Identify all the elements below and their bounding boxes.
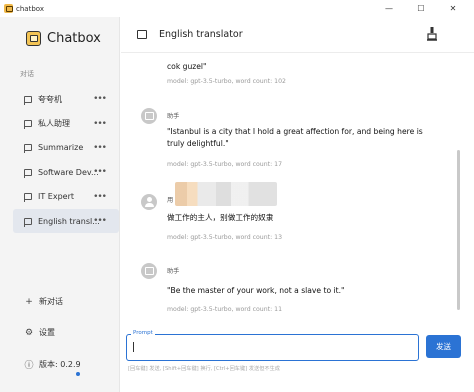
message-list: cok guzel" model: gpt-3.5-turbo, word co… — [121, 54, 459, 324]
conversation-label: English transl... — [38, 216, 100, 226]
chatbox-logo-icon — [26, 31, 41, 46]
message-meta: model: gpt-3.5-turbo, word count: 13 — [167, 234, 283, 241]
plus-icon: + — [25, 296, 33, 307]
conversation-item[interactable]: 私人助理 ••• — [13, 111, 119, 135]
update-badge — [76, 372, 80, 376]
conversation-item-active[interactable]: English transl... ••• — [13, 208, 119, 234]
more-icon[interactable]: ••• — [93, 216, 107, 226]
chat-icon — [24, 217, 32, 227]
settings-label: 设置 — [39, 328, 55, 337]
new-chat-label: 新对话 — [39, 297, 63, 306]
chat-title: English translator — [159, 29, 243, 40]
chat-icon — [24, 144, 32, 154]
role-label: 助手 — [167, 113, 180, 120]
conversation-label: IT Expert — [38, 192, 75, 202]
version-label: 版本: 0.2.9 — [39, 360, 81, 369]
new-chat-button[interactable]: + 新对话 — [24, 296, 63, 307]
conversation-item[interactable]: Software Dev... ••• — [13, 160, 119, 184]
more-icon[interactable]: ••• — [93, 94, 107, 104]
message-meta: model: gpt-3.5-turbo, word count: 17 — [167, 161, 283, 168]
sidebar: Chatbox 对话 夸夸机 ••• 私人助理 ••• Summarize ••… — [0, 17, 120, 392]
message-text: 做工作的主人，别做工作的奴隶 — [167, 213, 274, 222]
scrollbar[interactable] — [457, 150, 460, 310]
brand: Chatbox — [26, 31, 101, 46]
conversation-label: 私人助理 — [38, 119, 70, 129]
blurred-region — [175, 182, 277, 206]
role-label: 助手 — [167, 268, 180, 275]
chat-icon — [24, 168, 32, 178]
broom-icon[interactable] — [427, 27, 437, 41]
chat-header: English translator — [121, 17, 474, 53]
user-avatar — [141, 194, 157, 210]
more-icon[interactable]: ••• — [93, 167, 107, 177]
maximize-button[interactable]: ☐ — [406, 0, 436, 17]
conversation-label: 夸夸机 — [38, 94, 62, 104]
chat-icon — [24, 95, 32, 105]
minimize-button[interactable]: — — [374, 0, 404, 17]
message-text: cok guzel" — [167, 62, 207, 71]
info-icon: ⓘ — [24, 361, 34, 371]
assistant-avatar — [141, 263, 157, 279]
app-name: Chatbox — [47, 31, 101, 46]
prompt-input[interactable] — [126, 334, 419, 361]
prompt-label: Prompt — [131, 330, 155, 336]
chat-icon — [24, 120, 32, 130]
more-icon[interactable]: ••• — [93, 143, 107, 153]
gear-icon: ⚙ — [24, 327, 34, 338]
message-text: "Istanbul is a city that I hold a great … — [167, 127, 423, 148]
more-icon[interactable]: ••• — [93, 119, 107, 129]
more-icon[interactable]: ••• — [93, 192, 107, 202]
settings-button[interactable]: ⚙ 设置 — [24, 327, 55, 338]
chat-icon — [24, 193, 32, 203]
role-label: 用 — [167, 197, 174, 204]
conversation-list: 夸夸机 ••• 私人助理 ••• Summarize ••• Software … — [13, 87, 119, 234]
send-button[interactable]: 发送 — [426, 335, 461, 358]
keyboard-hint: [回车键] 发送, [Shift+回车键] 换行, [Ctrl+回车键] 发送但… — [128, 366, 280, 372]
text-caret — [133, 342, 134, 352]
close-button[interactable]: ✕ — [438, 0, 468, 17]
assistant-avatar — [141, 108, 157, 124]
conversation-item[interactable]: 夸夸机 ••• — [13, 87, 119, 111]
section-label: 对话 — [20, 70, 34, 78]
conversation-label: Software Dev... — [38, 167, 99, 177]
message-meta: model: gpt-3.5-turbo, word count: 102 — [167, 78, 286, 85]
message-meta: model: gpt-3.5-turbo, word count: 11 — [167, 306, 283, 313]
chat-icon — [137, 30, 147, 39]
conversation-label: Summarize — [38, 143, 84, 153]
message-text: "Be the master of your work, not a slave… — [167, 286, 345, 295]
conversation-item[interactable]: Summarize ••• — [13, 136, 119, 160]
version-info[interactable]: ⓘ 版本: 0.2.9 — [24, 358, 81, 371]
window-title: chatbox — [16, 4, 44, 13]
app-icon — [4, 4, 13, 13]
conversation-item[interactable]: IT Expert ••• — [13, 185, 119, 209]
